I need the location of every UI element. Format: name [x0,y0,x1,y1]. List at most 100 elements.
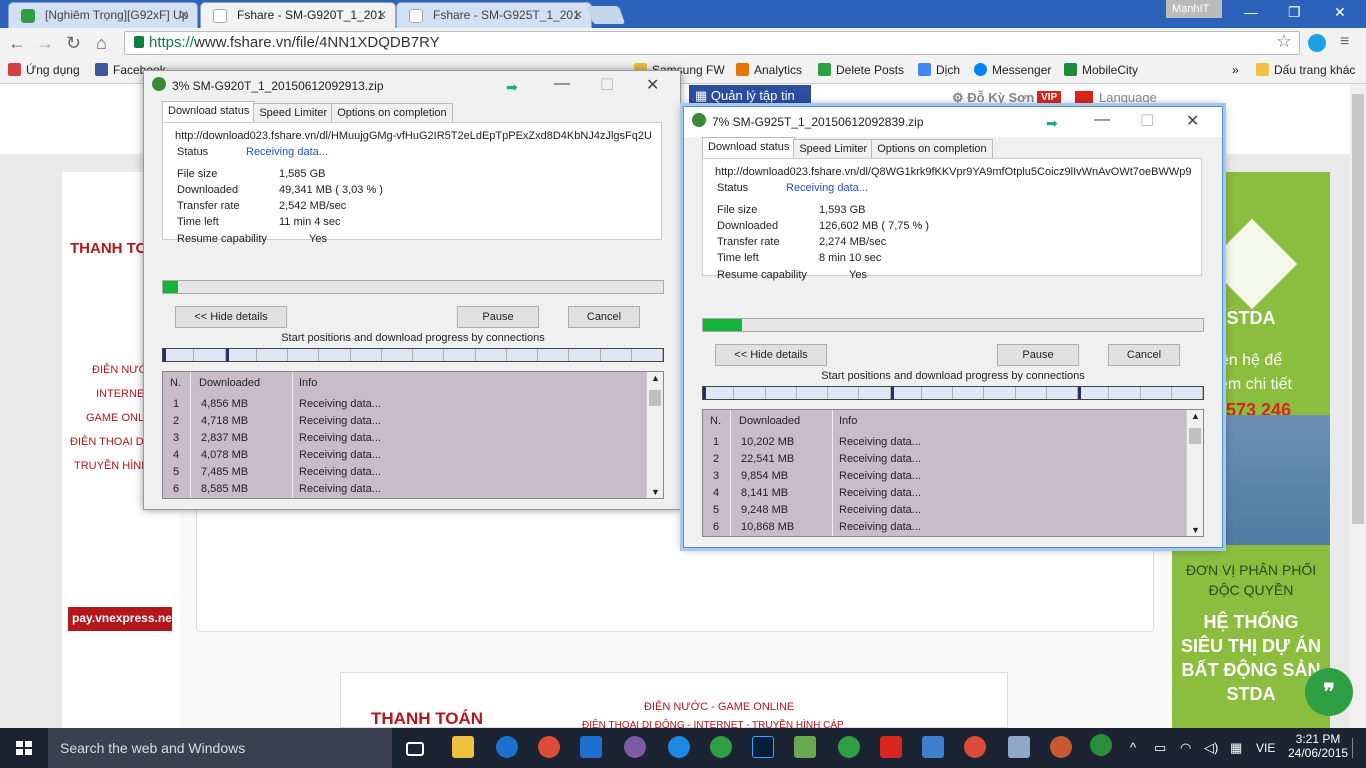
volume-icon[interactable]: ◁) [1204,740,1218,756]
close-icon[interactable]: ✕ [646,75,659,95]
close-icon[interactable]: ✕ [573,8,583,22]
home-icon[interactable]: ⌂ [96,33,107,54]
tab-speed-limiter[interactable]: Speed Limiter [253,103,334,123]
close-icon[interactable]: ✕ [377,8,387,22]
close-icon[interactable]: ✕ [179,8,189,22]
language-link[interactable]: Language [1099,90,1157,105]
edge-icon[interactable] [496,736,518,758]
bookmark-analytics[interactable]: Analytics [736,63,802,77]
table-row[interactable]: 3 2,837 MB Receiving data... [163,432,643,449]
close-window-icon[interactable]: ✕ [1334,4,1346,21]
scroll-down-icon[interactable]: ▼ [1191,525,1200,535]
maximize-icon[interactable]: ☐ [1140,111,1154,131]
browser-tab-3[interactable]: Fshare - SM-G925T_1_201 ✕ [396,2,592,28]
download-icon[interactable] [922,736,944,758]
hide-details-button[interactable]: << Hide details [715,344,827,366]
scrollbar-thumb[interactable] [649,390,661,406]
cancel-button[interactable]: Cancel [568,306,640,328]
browser-tab-2[interactable]: Fshare - SM-G920T_1_201 ✕ [200,2,396,28]
tab-options-on-completion[interactable]: Options on completion [331,103,453,123]
scroll-up-icon[interactable]: ▲ [651,373,660,383]
excel-icon[interactable] [794,736,816,758]
tab-options-on-completion[interactable]: Options on completion [871,139,993,159]
scrollbar-thumb[interactable] [1189,428,1201,444]
tab-download-status[interactable]: Download status [702,137,796,159]
store-icon[interactable] [580,736,602,758]
cancel-button[interactable]: Cancel [1108,344,1180,366]
tab-download-status[interactable]: Download status [162,101,256,123]
viber-icon[interactable] [624,736,646,758]
table-row[interactable]: 4 4,078 MB Receiving data... [163,449,643,466]
vip-badge[interactable]: VIP [1037,91,1062,104]
column-header-n[interactable]: N. [710,415,721,427]
bookmark-delete-posts[interactable]: Delete Posts [818,63,904,77]
show-desktop-button[interactable] [1352,738,1360,758]
chat-icon[interactable]: ❞ [1305,668,1353,716]
table-row[interactable]: 5 7,485 MB Receiving data... [163,466,643,483]
url-text[interactable]: https://www.fshare.vn/file/4NN1XDQDB7RY [149,34,440,51]
table-row[interactable]: 3 9,854 MB Receiving data... [703,470,1183,487]
scroll-down-icon[interactable]: ▼ [651,487,660,497]
reload-icon[interactable]: ↻ [66,33,81,54]
table-scrollbar[interactable]: ▲ ▼ [1186,410,1203,536]
table-row[interactable]: 2 4,718 MB Receiving data... [163,415,643,432]
maximize-icon[interactable]: ☐ [600,75,614,95]
column-header-info[interactable]: Info [299,377,317,389]
bookmark-apps[interactable]: Ứng dụng [8,63,80,77]
column-header-downloaded[interactable]: Downloaded [199,377,260,389]
side-link-tv[interactable]: TRUYỀN HÌNH [74,460,149,472]
forward-icon[interactable]: → [36,33,54,54]
side-link-phone[interactable]: ĐIỆN THOẠI DI [70,436,147,448]
chrome-icon[interactable] [964,736,986,758]
column-header-downloaded[interactable]: Downloaded [739,415,800,427]
table-row[interactable]: 6 8,585 MB Receiving data... [163,483,643,498]
bookmark-other[interactable]: Dấu trang khác [1256,63,1355,77]
column-header-info[interactable]: Info [839,415,857,427]
manage-files-button[interactable]: ▦ Quản lý tập tin [689,85,811,107]
column-header-n[interactable]: N. [170,377,181,389]
chrome-icon[interactable] [538,736,560,758]
bookmarks-more-button[interactable]: » [1232,63,1239,77]
table-row[interactable]: 1 10,202 MB Receiving data... [703,436,1183,453]
hide-details-button[interactable]: << Hide details [175,306,287,328]
start-button[interactable] [0,728,48,768]
fshare-icon[interactable] [880,736,902,758]
bookmark-mobilecity[interactable]: MobileCity [1064,63,1138,77]
taskbar-clock[interactable]: 3:21 PM 24/06/2015 [1288,732,1348,760]
tab-speed-limiter[interactable]: Speed Limiter [793,139,874,159]
zalo-icon[interactable] [668,736,690,758]
wifi-icon[interactable]: ◠ [1180,740,1191,756]
table-row[interactable]: 4 8,141 MB Receiving data... [703,487,1183,504]
minimize-icon[interactable]: — [1244,4,1258,20]
language-indicator[interactable]: VIE [1256,741,1275,755]
skype-icon[interactable] [1308,34,1326,52]
account-link[interactable]: ⚙ Đỗ Kỳ Sơn [952,90,1034,106]
bookmark-dich[interactable]: Dịch [918,63,960,77]
tray-up-icon[interactable]: ^ [1130,740,1136,755]
profile-button[interactable]: MạnhIT [1166,0,1222,18]
table-row[interactable]: 2 22,541 MB Receiving data... [703,453,1183,470]
wechat-icon[interactable] [710,736,732,758]
browser-tab-1[interactable]: [Nghiêm Trọng][G92xF] Up ✕ [8,2,198,28]
task-view-icon[interactable] [406,742,424,756]
back-icon[interactable]: ← [8,33,26,54]
scroll-up-icon[interactable]: ▲ [1191,411,1200,421]
table-row[interactable]: 5 9,248 MB Receiving data... [703,504,1183,521]
photoshop-icon[interactable] [752,736,774,758]
scrollbar-thumb[interactable] [1352,94,1364,524]
menu-icon[interactable]: ≡ [1340,33,1349,51]
pause-button[interactable]: Pause [457,306,539,328]
game-icon[interactable] [1050,736,1072,758]
pause-button[interactable]: Pause [997,344,1079,366]
hangouts-icon[interactable] [838,736,860,758]
network-app-icon[interactable] [1008,736,1030,758]
table-row[interactable]: 1 4,856 MB Receiving data... [163,398,643,415]
pay-vnexpress-logo[interactable]: pay.vnexpress.net [68,607,176,631]
new-tab-button[interactable] [586,6,626,24]
table-row[interactable]: 6 10,868 MB Receiving data... [703,521,1183,536]
idm-taskbar-icon[interactable] [1090,734,1112,756]
keyboard-icon[interactable]: ▦ [1230,740,1242,756]
maximize-icon[interactable]: ❐ [1288,4,1301,21]
table-scrollbar[interactable]: ▲ ▼ [646,372,663,498]
battery-icon[interactable]: ▭ [1154,740,1166,756]
